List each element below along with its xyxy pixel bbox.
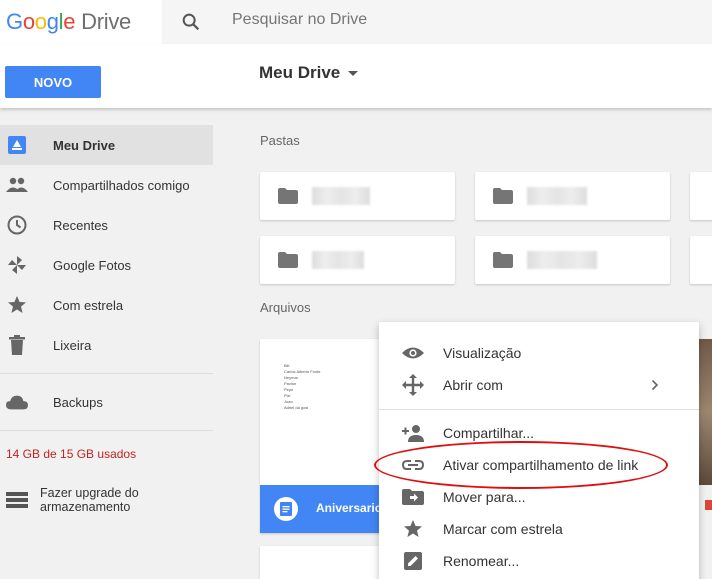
storage-stack-icon — [6, 492, 28, 508]
menu-item-label: Mover para... — [443, 489, 526, 505]
search-input[interactable] — [232, 11, 632, 29]
move-to-folder-icon — [401, 486, 425, 508]
file-preview: Bili Carlos Alberto Fonte Neymar Pavlon … — [284, 363, 320, 411]
menu-item-label: Compartilhar... — [443, 425, 535, 441]
folder-icon — [278, 252, 298, 268]
sidebar-divider — [0, 430, 213, 431]
sidebar: Meu Drive Compartilhados comigo Recentes… — [0, 108, 214, 579]
menu-item-share[interactable]: Compartilhar... — [379, 417, 699, 449]
menu-item-rename[interactable]: Renomear... — [379, 545, 699, 577]
location-title[interactable]: Meu Drive — [259, 63, 340, 83]
folder-name-redacted — [527, 251, 597, 269]
sidebar-item-label: Backups — [53, 394, 103, 410]
people-icon — [6, 174, 28, 196]
menu-item-label: Marcar com estrela — [443, 521, 563, 537]
menu-item-label: Abrir com — [443, 377, 503, 393]
trash-icon — [6, 334, 28, 356]
sidebar-item-label: Lixeira — [53, 337, 92, 353]
star-icon — [6, 294, 28, 316]
search-icon[interactable] — [180, 11, 202, 33]
toolbar: NOVO Meu Drive — [0, 44, 712, 108]
sidebar-item-backups[interactable]: Backups — [0, 382, 213, 422]
storage-usage-text: 14 GB de 15 GB usados — [6, 447, 137, 461]
folder-card[interactable] — [260, 236, 455, 284]
folder-name-redacted — [312, 251, 364, 269]
menu-item-label: Renomear... — [443, 553, 520, 569]
move-arrows-icon — [401, 374, 425, 396]
sidebar-item-my-drive[interactable]: Meu Drive — [0, 125, 213, 165]
top-bar: Google Drive — [0, 0, 712, 44]
context-menu: Visualização Abrir com Compartilhar... A… — [379, 322, 699, 579]
sidebar-item-trash[interactable]: Lixeira — [0, 325, 213, 365]
file-card[interactable]: Bili Carlos Alberto Fonte Neymar Pavlon … — [260, 339, 390, 533]
sidebar-item-label: Compartilhados comigo — [53, 177, 190, 193]
menu-item-enable-link-sharing[interactable]: Ativar compartilhamento de link — [379, 449, 699, 481]
file-thumbnail-partial[interactable] — [698, 339, 712, 485]
sidebar-item-label: Recentes — [53, 217, 108, 233]
menu-item-star[interactable]: Marcar com estrela — [379, 513, 699, 545]
chevron-right-icon — [651, 378, 661, 391]
folder-card[interactable] — [690, 236, 712, 284]
docs-icon — [274, 497, 298, 521]
sidebar-item-label: Google Fotos — [53, 257, 132, 273]
file-name: Aniversario — [316, 501, 383, 515]
star-icon — [401, 518, 425, 540]
logo-product: Drive — [81, 9, 131, 34]
link-icon — [401, 454, 425, 476]
sidebar-divider — [0, 373, 213, 374]
pinwheel-icon — [6, 254, 28, 276]
menu-item-preview[interactable]: Visualização — [379, 337, 699, 369]
menu-item-label: Visualização — [443, 345, 522, 361]
google-drive-logo[interactable]: Google Drive — [6, 9, 131, 35]
folder-card[interactable] — [475, 236, 670, 284]
folder-icon — [493, 252, 513, 268]
upgrade-storage-link[interactable]: Fazer upgrade do armazenamento — [40, 486, 200, 514]
cloud-icon — [6, 391, 28, 413]
pdf-icon — [705, 500, 712, 510]
add-person-icon — [401, 422, 425, 444]
menu-item-open-with[interactable]: Abrir com — [379, 369, 699, 401]
sidebar-item-starred[interactable]: Com estrela — [0, 285, 213, 325]
eye-icon — [401, 342, 425, 364]
chevron-down-icon[interactable] — [348, 71, 358, 76]
sidebar-item-google-photos[interactable]: Google Fotos — [0, 245, 213, 285]
menu-divider — [379, 409, 699, 410]
folder-icon — [493, 188, 513, 204]
folder-card[interactable] — [475, 172, 670, 220]
pencil-icon — [401, 550, 425, 572]
folders-heading: Pastas — [260, 133, 300, 148]
sidebar-item-recent[interactable]: Recentes — [0, 205, 213, 245]
menu-item-label: Ativar compartilhamento de link — [443, 457, 639, 473]
sidebar-item-label: Meu Drive — [53, 137, 116, 153]
new-button[interactable]: NOVO — [5, 66, 101, 98]
file-card[interactable] — [260, 546, 390, 579]
logo-area[interactable]: Google Drive — [0, 0, 162, 44]
folder-card[interactable] — [260, 172, 455, 220]
file-card-footer: Aniversario — [260, 485, 390, 533]
sidebar-item-shared[interactable]: Compartilhados comigo — [0, 165, 213, 205]
logo-word: Google — [6, 9, 76, 34]
folder-card[interactable] — [690, 172, 712, 220]
files-heading: Arquivos — [260, 300, 311, 315]
clock-icon — [6, 214, 28, 236]
preview-line: Adriel da gosi — [284, 405, 309, 410]
sidebar-item-label: Com estrela — [53, 297, 124, 313]
folder-icon — [278, 188, 298, 204]
folder-name-redacted — [527, 187, 587, 205]
menu-item-move-to[interactable]: Mover para... — [379, 481, 699, 513]
drive-icon — [6, 134, 28, 156]
folder-name-redacted — [312, 187, 370, 205]
